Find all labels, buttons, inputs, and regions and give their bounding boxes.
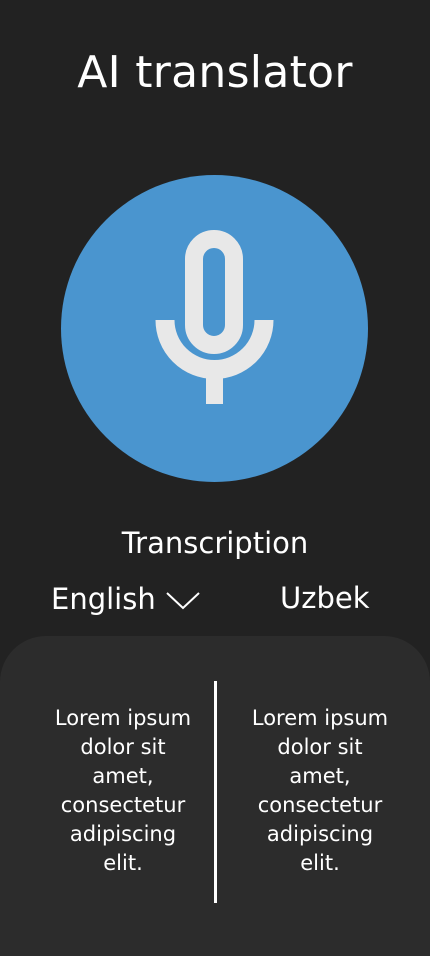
source-language-dropdown[interactable]: English: [51, 578, 200, 620]
microphone-icon: [155, 230, 274, 404]
page-title: AI translator: [77, 47, 353, 98]
source-language-label: English: [51, 582, 156, 616]
translated-text: Lorem ipsum dolor sit amet, consectetur …: [251, 706, 389, 875]
panel-divider: [214, 681, 217, 903]
record-button[interactable]: [61, 175, 368, 482]
translation-panel: Lorem ipsum dolor sit amet, consectetur …: [0, 636, 430, 956]
target-language-label[interactable]: Uzbek: [280, 578, 370, 618]
mode-label: Transcription: [121, 526, 309, 560]
chevron-down-icon: [166, 592, 200, 610]
source-text: Lorem ipsum dolor sit amet, consectetur …: [54, 706, 192, 875]
